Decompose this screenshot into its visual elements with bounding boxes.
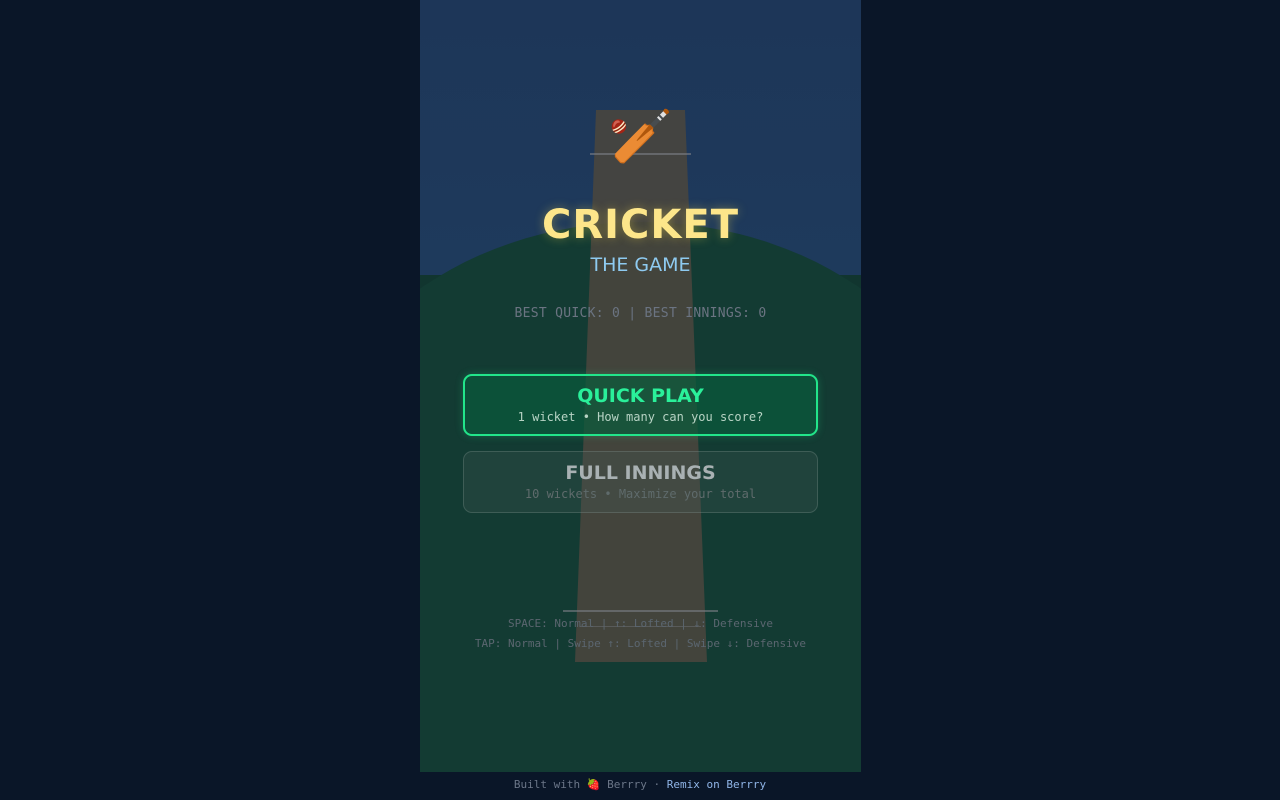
game-canvas[interactable]: 🏏 CRICKET THE GAME BEST QUICK: 0 | BEST … — [420, 0, 861, 772]
brand-name: Berrry — [607, 778, 647, 791]
keyboard-controls-hint: SPACE: Normal | ↑: Lofted | ↓: Defensive — [508, 617, 773, 630]
full-innings-description: 10 wickets • Maximize your total — [524, 487, 757, 501]
remix-link[interactable]: Remix on Berrry — [667, 778, 766, 791]
cricket-bat-ball-icon: 🏏 — [608, 107, 673, 167]
near-crease — [563, 610, 718, 612]
best-scores: BEST QUICK: 0 | BEST INNINGS: 0 — [514, 306, 767, 321]
built-with-text: Built with — [513, 778, 581, 791]
full-innings-label: FULL INNINGS — [565, 462, 716, 484]
quick-play-label: QUICK PLAY — [577, 385, 704, 407]
quick-play-description: 1 wicket • How many can you score? — [517, 410, 764, 424]
quick-play-button[interactable]: QUICK PLAY 1 wicket • How many can you s… — [463, 374, 818, 436]
touch-controls-hint: TAP: Normal | Swipe ↑: Lofted | Swipe ↓:… — [474, 637, 807, 650]
footer: Built with 🍓 Berrry · Remix on Berrry — [0, 778, 1280, 791]
game-subtitle: THE GAME — [590, 254, 691, 276]
full-innings-button[interactable]: FULL INNINGS 10 wickets • Maximize your … — [463, 451, 818, 513]
strawberry-icon: 🍓 — [586, 778, 601, 791]
footer-separator: · — [653, 778, 661, 791]
game-title: CRICKET — [542, 202, 739, 248]
